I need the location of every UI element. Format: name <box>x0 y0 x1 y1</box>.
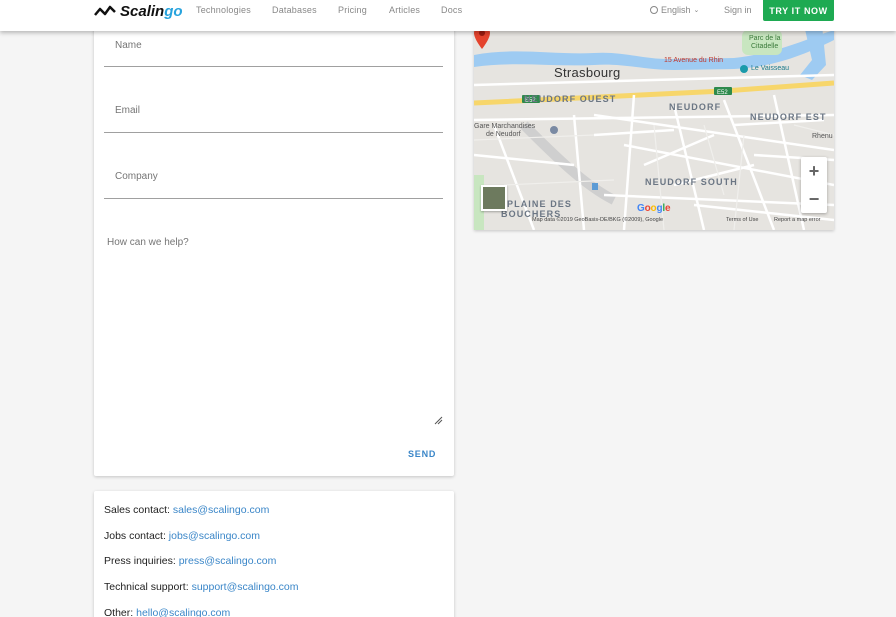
google-map[interactable]: E52 E52 Strasbourg 15 Avenue du Rhin Par… <box>474 25 834 230</box>
map-poi-label: Citadelle <box>751 43 779 50</box>
satellite-toggle-button[interactable] <box>481 185 507 211</box>
contact-other: Other: hello@scalingo.com <box>104 607 230 617</box>
map-district-label: NEUDORF SOUTH <box>645 177 738 187</box>
signin-link[interactable]: Sign in <box>724 5 752 15</box>
svg-text:E52: E52 <box>717 90 728 96</box>
map-poi-label: Gare Marchandises <box>474 123 536 130</box>
contact-sales: Sales contact: sales@scalingo.com <box>104 504 269 516</box>
zoom-in-button[interactable]: + <box>801 157 827 185</box>
contact-form: Name Email Company How can we help? SEND <box>94 25 454 476</box>
contact-support: Technical support: support@scalingo.com <box>104 581 299 593</box>
language-label: English <box>661 5 691 15</box>
google-logo: Google <box>637 203 671 214</box>
zoom-controls: + − <box>801 157 827 213</box>
contact-label: Technical support: <box>104 581 189 593</box>
jobs-email-link[interactable]: jobs@scalingo.com <box>169 530 260 542</box>
name-field[interactable]: Name <box>104 25 443 67</box>
company-placeholder: Company <box>115 171 158 182</box>
map-district-label: NEUDORF EST <box>750 112 827 122</box>
other-email-link[interactable]: hello@scalingo.com <box>136 607 230 617</box>
map-address-label: 15 Avenue du Rhin <box>664 57 724 64</box>
email-placeholder: Email <box>115 105 141 116</box>
nav-docs[interactable]: Docs <box>441 5 462 15</box>
map-district-label: NEUDORF OUEST <box>524 94 617 104</box>
nav-technologies[interactable]: Technologies <box>196 5 251 15</box>
zoom-out-button[interactable]: − <box>801 185 827 213</box>
name-placeholder: Name <box>115 40 142 51</box>
try-it-now-button[interactable]: TRY IT NOW <box>763 0 834 21</box>
map-terms-link[interactable]: Terms of Use <box>726 217 758 223</box>
map-poi-label: Le Vaisseau <box>751 65 790 72</box>
contact-label: Press inquiries: <box>104 555 176 567</box>
contact-info-card: Sales contact: sales@scalingo.com Jobs c… <box>94 491 454 617</box>
contact-press: Press inquiries: press@scalingo.com <box>104 555 276 567</box>
map-poi-label: Parc de la <box>749 35 781 42</box>
nav-databases[interactable]: Databases <box>272 5 317 15</box>
sales-email-link[interactable]: sales@scalingo.com <box>173 504 269 516</box>
support-email-link[interactable]: support@scalingo.com <box>192 581 299 593</box>
nav-pricing[interactable]: Pricing <box>338 5 367 15</box>
contact-label: Jobs contact: <box>104 530 166 542</box>
contact-label: Sales contact: <box>104 504 170 516</box>
map-attribution: Map data ©2019 GeoBasis-DE/BKG (©2009), … <box>532 217 664 223</box>
map-report-link[interactable]: Report a map error <box>774 217 820 223</box>
map-poi-label: de Neudorf <box>486 131 521 138</box>
logo-text: Scalingo <box>120 2 183 20</box>
language-selector[interactable]: English ⌄ <box>650 5 699 15</box>
globe-icon <box>650 6 658 14</box>
top-navbar: Scalingo Technologies Databases Pricing … <box>0 0 896 31</box>
company-field[interactable]: Company <box>104 157 443 199</box>
message-textarea[interactable]: How can we help? <box>104 231 443 425</box>
resize-handle-icon[interactable] <box>434 416 443 425</box>
map-city-label: Strasbourg <box>554 65 621 80</box>
nav-articles[interactable]: Articles <box>389 5 420 15</box>
message-placeholder: How can we help? <box>107 237 189 248</box>
scalingo-logo[interactable]: Scalingo <box>94 1 183 21</box>
press-email-link[interactable]: press@scalingo.com <box>179 555 277 567</box>
contact-label: Other: <box>104 607 134 617</box>
map-poi-label: Rhenu <box>812 133 833 140</box>
send-button[interactable]: SEND <box>408 449 436 459</box>
chevron-down-icon: ⌄ <box>693 7 700 14</box>
map-district-label: NEUDORF <box>669 102 722 112</box>
scalingo-logo-icon <box>94 5 116 16</box>
map-district-label: PLAINE DES <box>507 199 573 209</box>
contact-jobs: Jobs contact: jobs@scalingo.com <box>104 530 260 542</box>
email-field[interactable]: Email <box>104 91 443 133</box>
